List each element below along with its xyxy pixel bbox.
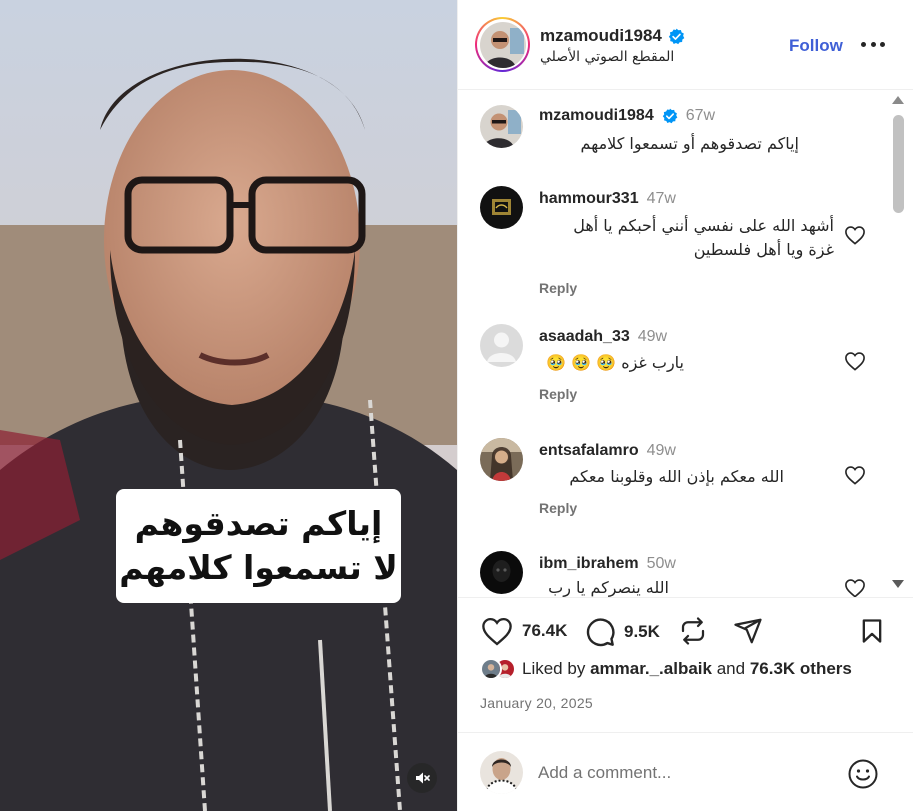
- comment-username[interactable]: ibm_ibrahem: [539, 555, 639, 573]
- avatar: [479, 21, 526, 68]
- post-author-username[interactable]: mzamoudi1984: [540, 26, 662, 46]
- verified-badge-icon: [662, 108, 678, 124]
- video-frame: [0, 0, 457, 811]
- liked-by-user-link[interactable]: ammar._.albaik: [590, 659, 712, 679]
- share-icon[interactable]: [731, 616, 765, 646]
- comment-timestamp[interactable]: 50w: [647, 555, 676, 573]
- heart-icon[interactable]: [844, 225, 866, 245]
- speaker-muted-icon: [416, 772, 430, 784]
- heart-icon[interactable]: [844, 465, 866, 485]
- verified-badge-icon: [668, 28, 685, 44]
- avatar[interactable]: [480, 551, 523, 594]
- comments-list[interactable]: mzamoudi1984 67w إياكم تصدقوهم أو تسمعوا…: [458, 91, 913, 597]
- avatar: [480, 751, 523, 794]
- comment-text: أشهد الله على نفسي أنني أحبكم يا أهل غزة…: [539, 214, 834, 262]
- comment-text: الله ينصركم يا رب: [548, 578, 669, 597]
- scroll-down-arrow[interactable]: [892, 580, 904, 588]
- reply-button[interactable]: Reply: [539, 280, 577, 296]
- liked-by-summary: Liked by ammar._.albaik and 76.3K others: [480, 658, 852, 680]
- comment-input[interactable]: [538, 760, 828, 786]
- comment-text-line: غزة ويا أهل فلسطين: [693, 240, 834, 259]
- caption-text: إياكم تصدقوهم أو تسمعوا كلامهم: [580, 134, 799, 153]
- reel-video[interactable]: إياكم تصدقوهم لا تسمعوا كلامهم: [0, 0, 457, 811]
- story-ring[interactable]: [475, 17, 530, 72]
- comment-username[interactable]: entsafalamro: [539, 442, 639, 460]
- comment-username[interactable]: hammour331: [539, 190, 639, 208]
- comment-text: الله معكم بإذن الله وقلوبنا معكم: [569, 467, 784, 486]
- original-audio-link[interactable]: المقطع الصوتي الأصلي: [540, 49, 674, 65]
- avatar[interactable]: [480, 105, 523, 148]
- overlay-line-1: إياكم تصدقوهم: [134, 504, 383, 543]
- add-comment-bar: [458, 732, 913, 811]
- avatar: [480, 658, 502, 680]
- avatar[interactable]: [480, 186, 523, 229]
- comment-text: يارب غزه 🥹 🥹 🥹: [546, 353, 684, 372]
- comment-timestamp[interactable]: 49w: [638, 328, 667, 346]
- video-text-overlay: إياكم تصدقوهم لا تسمعوا كلامهم: [116, 489, 401, 603]
- action-bar: 76.4K 9.5K Liked by ammar._.albaik and 7…: [458, 597, 913, 731]
- comment-text-line: أشهد الله على نفسي أنني أحبكم يا أهل: [573, 216, 834, 235]
- overlay-line-2: لا تسمعوا كلامهم: [119, 548, 398, 587]
- save-bookmark-icon[interactable]: [858, 616, 886, 646]
- avatar[interactable]: [480, 438, 523, 481]
- post-date[interactable]: January 20, 2025: [480, 695, 593, 711]
- repost-icon[interactable]: [678, 616, 708, 646]
- likes-count[interactable]: 76.4K: [522, 621, 567, 641]
- scrollbar-thumb[interactable]: [893, 115, 904, 213]
- emoji-picker-icon[interactable]: [847, 758, 879, 790]
- reply-button[interactable]: Reply: [539, 500, 577, 516]
- heart-icon[interactable]: [844, 351, 866, 371]
- comment-timestamp[interactable]: 67w: [686, 107, 715, 125]
- comment-username[interactable]: mzamoudi1984: [539, 107, 654, 125]
- scroll-up-arrow[interactable]: [892, 96, 904, 104]
- comments-count[interactable]: 9.5K: [624, 622, 660, 642]
- post-header: mzamoudi1984 المقطع الصوتي الأصلي Follow: [458, 0, 913, 90]
- liked-by-and: and: [716, 659, 746, 678]
- avatar[interactable]: [480, 324, 523, 367]
- follow-button[interactable]: Follow: [789, 36, 843, 56]
- heart-icon[interactable]: [844, 578, 866, 597]
- heart-icon[interactable]: [480, 616, 514, 646]
- comment-icon[interactable]: [584, 616, 616, 648]
- comment-username[interactable]: asaadah_33: [539, 328, 630, 346]
- liked-by-prefix: Liked by: [522, 659, 586, 678]
- more-options-icon[interactable]: [861, 34, 885, 54]
- post-panel: mzamoudi1984 المقطع الصوتي الأصلي Follow…: [457, 0, 913, 811]
- comment-timestamp[interactable]: 47w: [647, 190, 676, 208]
- mute-toggle-button[interactable]: [407, 763, 437, 793]
- comment-timestamp[interactable]: 49w: [647, 442, 676, 460]
- liked-by-others-link[interactable]: 76.3K others: [750, 659, 852, 679]
- reply-button[interactable]: Reply: [539, 386, 577, 402]
